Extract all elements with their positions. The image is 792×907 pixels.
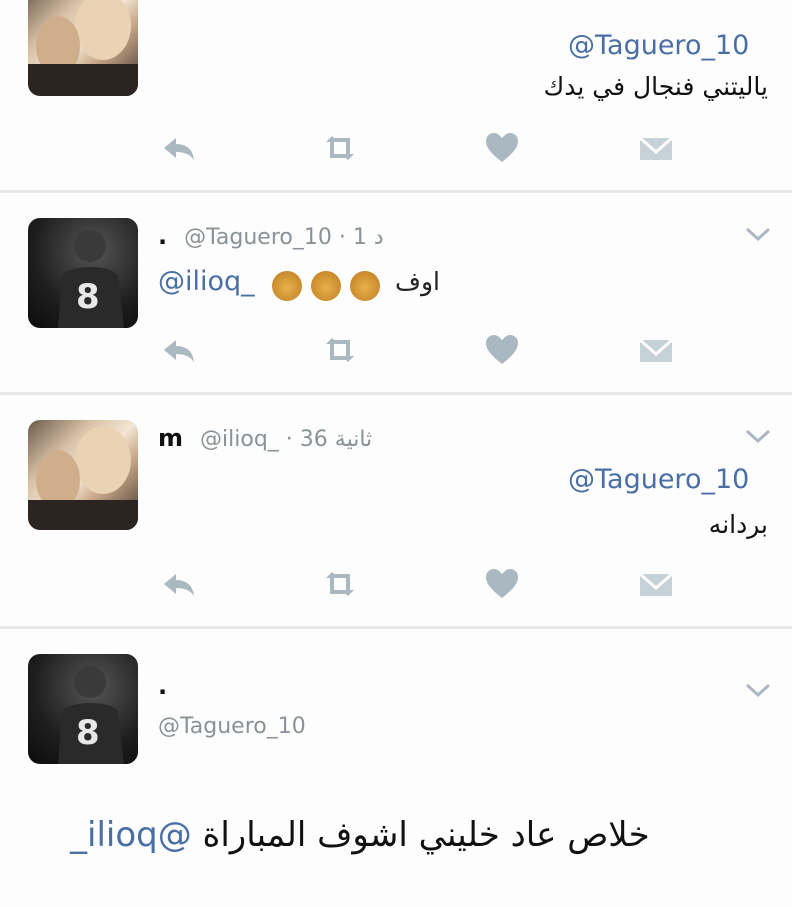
separator-dot: · <box>285 427 293 452</box>
chevron-down-icon[interactable] <box>744 428 772 444</box>
divider <box>0 392 792 395</box>
tweet-header: m @ilioq_ · 36 ثانية <box>158 424 372 452</box>
avatar-player-graphic: 8 <box>58 230 124 328</box>
tweet-header: . @Taguero_10 · 1 د <box>158 222 384 250</box>
see-no-evil-monkey-icon <box>349 270 380 301</box>
mention-link[interactable]: @ilioq_ <box>158 266 255 297</box>
tweet-actions <box>160 128 680 168</box>
dm-icon[interactable] <box>636 330 676 370</box>
retweet-icon[interactable] <box>320 128 360 168</box>
mention-link[interactable]: @ilioq_ <box>70 815 192 855</box>
like-icon[interactable] <box>482 128 522 168</box>
avatar-photo-graphic <box>28 426 138 530</box>
see-no-evil-monkey-icon <box>310 270 341 301</box>
reply-icon[interactable] <box>160 128 200 168</box>
tweet-body: خلاص عاد خليني اشوف المباراة @ilioq_ <box>70 815 650 855</box>
tweet-actions <box>160 564 680 604</box>
tweet-text: خلاص عاد خليني اشوف المباراة <box>202 815 650 855</box>
username[interactable]: @ilioq_ <box>200 427 279 452</box>
divider <box>0 626 792 629</box>
avatar[interactable]: 8 <box>28 218 138 328</box>
avatar-player-graphic: 8 <box>58 666 124 764</box>
tweet-actions <box>160 330 680 370</box>
avatar[interactable]: 8 <box>28 654 138 764</box>
timestamp[interactable]: 1 د <box>353 225 384 250</box>
svg-text:8: 8 <box>76 713 100 753</box>
reply-to-handle[interactable]: @Taguero_10 <box>568 464 749 495</box>
tweet-text: بردانه <box>708 510 768 539</box>
dm-icon[interactable] <box>636 128 676 168</box>
divider <box>0 190 792 193</box>
reply-icon[interactable] <box>160 330 200 370</box>
display-name[interactable]: . <box>158 672 167 700</box>
timestamp[interactable]: 36 ثانية <box>300 427 372 452</box>
like-icon[interactable] <box>482 564 522 604</box>
username[interactable]: @Taguero_10 <box>184 225 332 250</box>
avatar-photo-graphic <box>28 0 138 96</box>
dm-icon[interactable] <box>636 564 676 604</box>
separator-dot: · <box>338 225 346 250</box>
chevron-down-icon[interactable] <box>744 682 772 698</box>
reply-icon[interactable] <box>160 564 200 604</box>
see-no-evil-monkey-icon <box>271 270 302 301</box>
tweet-body: @ilioq_ اوف <box>158 266 440 301</box>
retweet-icon[interactable] <box>320 330 360 370</box>
like-icon[interactable] <box>482 330 522 370</box>
avatar[interactable] <box>28 420 138 530</box>
reply-to-handle[interactable]: @Taguero_10 <box>568 30 749 61</box>
tweet-text: ياليتني فنجال في يدك <box>543 72 768 101</box>
retweet-icon[interactable] <box>320 564 360 604</box>
display-name[interactable]: . <box>158 222 167 250</box>
username[interactable]: @Taguero_10 <box>158 714 306 739</box>
tweet-text: اوف <box>395 267 440 296</box>
svg-text:8: 8 <box>76 277 100 317</box>
avatar[interactable] <box>28 0 138 96</box>
display-name[interactable]: m <box>158 424 183 452</box>
chevron-down-icon[interactable] <box>744 226 772 242</box>
